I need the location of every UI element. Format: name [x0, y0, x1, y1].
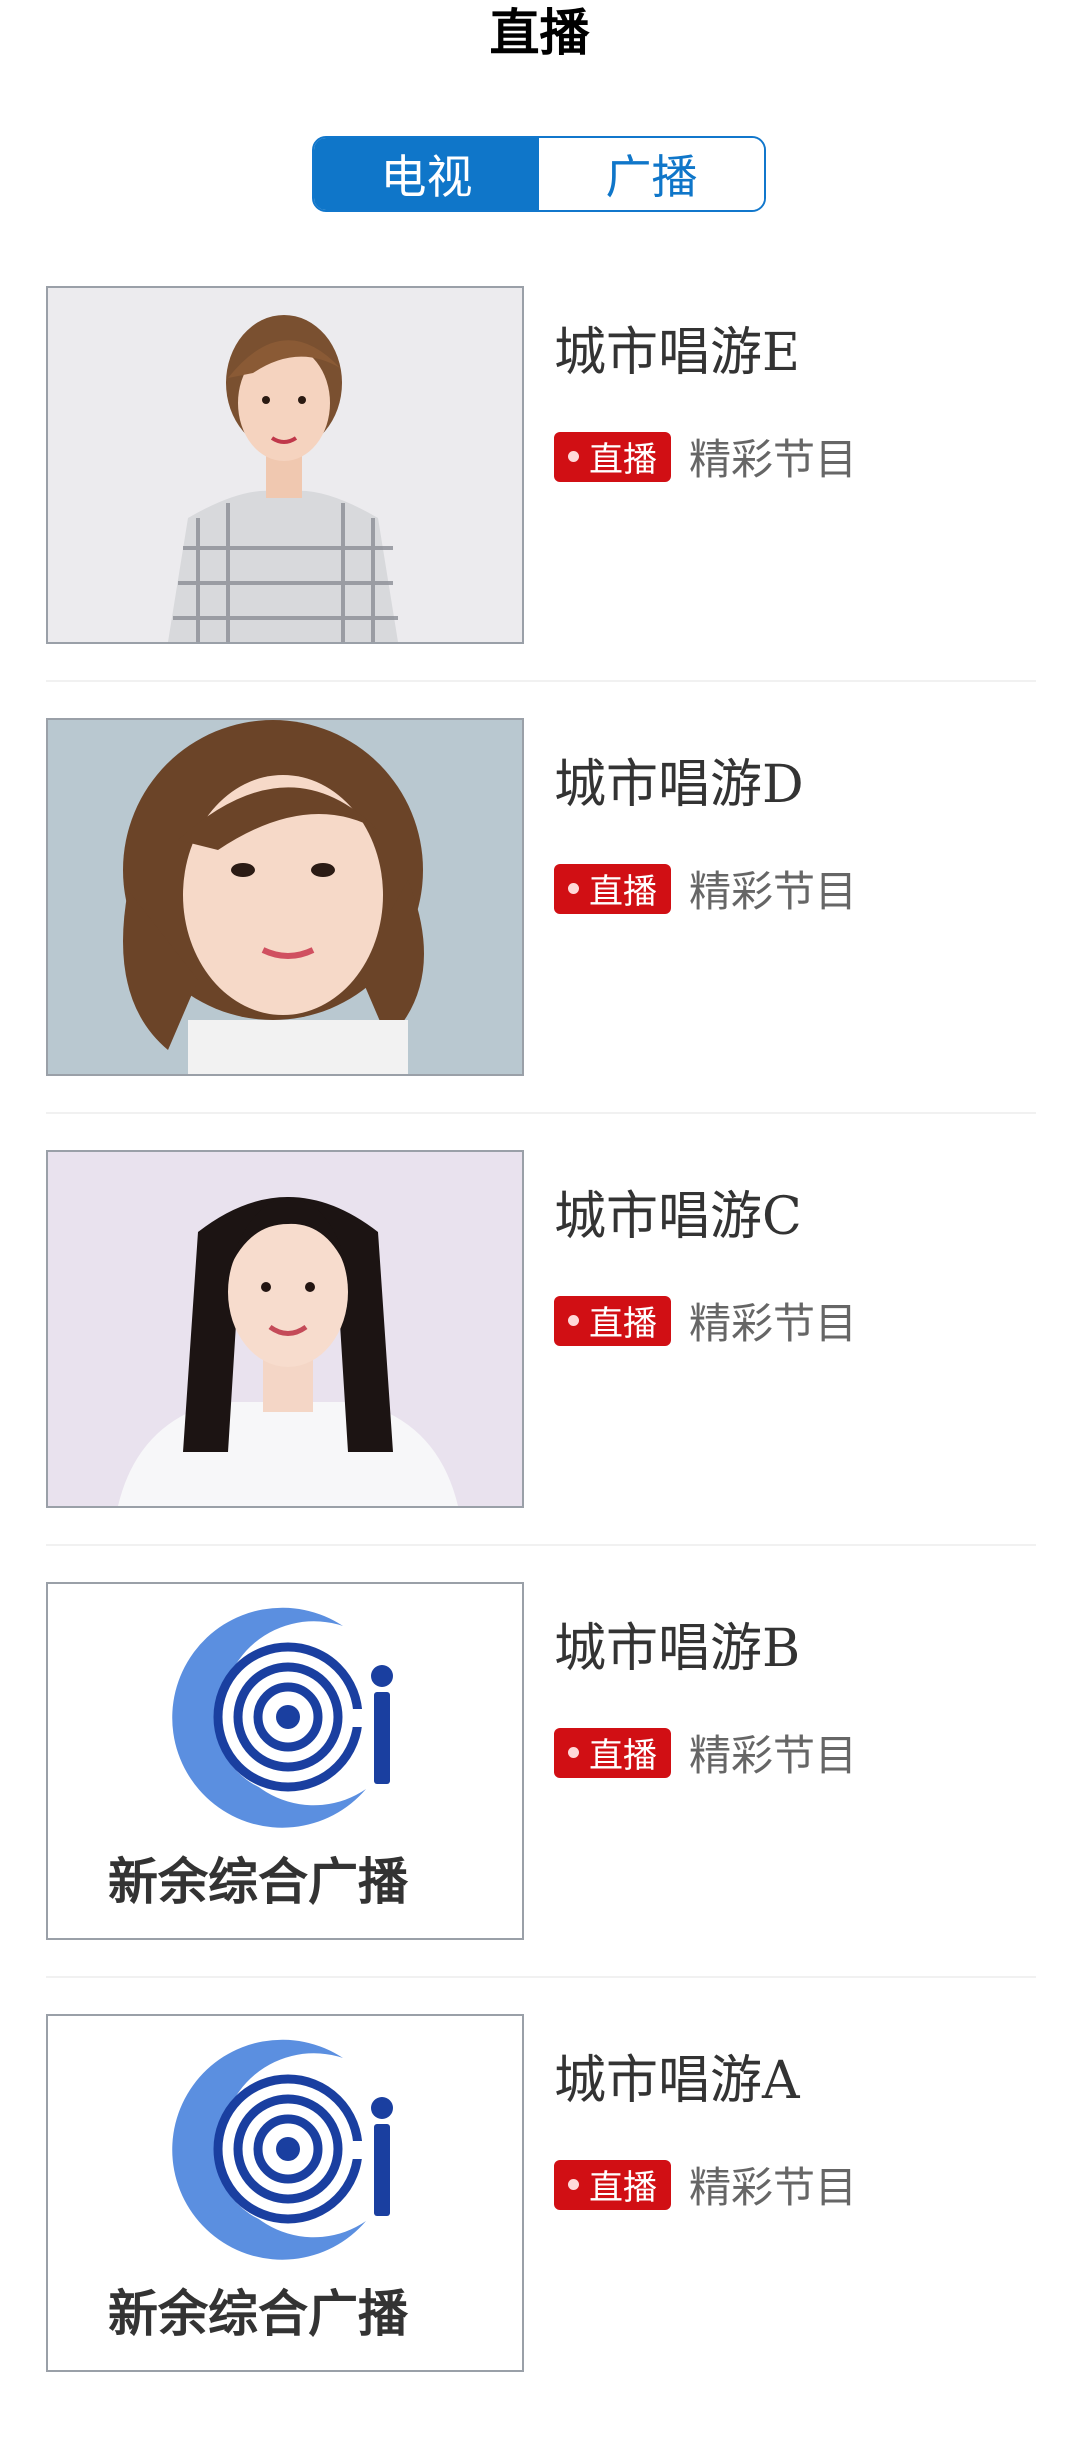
program-meta: 直播 精彩节目	[554, 1290, 857, 1351]
live-badge-label: 直播	[589, 1736, 657, 1776]
logo-text: 新余综合广播	[108, 1853, 409, 1911]
live-badge: 直播	[554, 863, 671, 914]
program-thumbnail[interactable]	[46, 286, 524, 644]
list-item[interactable]: 新余综合广播 城市唱游A 直播 精彩节目	[0, 2014, 1079, 2446]
live-dot-icon	[568, 883, 579, 894]
divider	[46, 1976, 1036, 1978]
live-dot-icon	[568, 1747, 579, 1758]
live-badge-label: 直播	[589, 440, 657, 480]
program-list: 城市唱游E 直播 精彩节目 城市唱游D 直播 精彩节目 城市唱游C 直播 精彩节…	[0, 286, 1079, 2446]
portrait-image	[48, 1152, 522, 1506]
program-subtitle: 精彩节目	[689, 1731, 858, 1780]
live-badge: 直播	[554, 431, 671, 482]
live-badge-label: 直播	[589, 2168, 657, 2208]
program-subtitle: 精彩节目	[689, 1299, 858, 1348]
program-title[interactable]: 城市唱游C	[554, 1174, 802, 1249]
list-item[interactable]: 城市唱游C 直播 精彩节目	[0, 1150, 1079, 1582]
live-dot-icon	[568, 451, 579, 462]
program-thumbnail[interactable]: 新余综合广播	[46, 1582, 524, 1940]
program-subtitle: 精彩节目	[689, 2163, 858, 2212]
program-title[interactable]: 城市唱游B	[554, 1606, 800, 1681]
divider	[46, 680, 1036, 682]
program-thumbnail[interactable]: 新余综合广播	[46, 2014, 524, 2372]
portrait-image	[48, 288, 522, 642]
live-dot-icon	[568, 2179, 579, 2190]
program-meta: 直播 精彩节目	[554, 2154, 857, 2215]
live-badge: 直播	[554, 1727, 671, 1778]
live-badge: 直播	[554, 2159, 671, 2210]
tab-tv[interactable]: 电视	[314, 138, 539, 210]
program-meta: 直播 精彩节目	[554, 426, 857, 487]
program-subtitle: 精彩节目	[689, 435, 858, 484]
live-badge-label: 直播	[589, 872, 657, 912]
program-title[interactable]: 城市唱游D	[554, 742, 804, 817]
page-title: 直播	[489, 4, 590, 62]
channel-type-switch: 电视 广播	[312, 136, 766, 212]
live-badge-label: 直播	[589, 1304, 657, 1344]
live-dot-icon	[568, 1315, 579, 1326]
divider	[46, 1112, 1036, 1114]
station-logo-icon: 新余综合广播	[48, 1584, 522, 1938]
program-meta: 直播 精彩节目	[554, 858, 857, 919]
list-item[interactable]: 城市唱游E 直播 精彩节目	[0, 286, 1079, 718]
divider	[46, 1544, 1036, 1546]
program-thumbnail[interactable]	[46, 1150, 524, 1508]
live-badge: 直播	[554, 1295, 671, 1346]
list-item[interactable]: 新余综合广播 城市唱游B 直播 精彩节目	[0, 1582, 1079, 2014]
logo-text: 新余综合广播	[108, 2285, 409, 2343]
station-logo-icon: 新余综合广播	[48, 2016, 522, 2370]
program-thumbnail[interactable]	[46, 718, 524, 1076]
program-title[interactable]: 城市唱游E	[554, 310, 800, 385]
portrait-image	[48, 720, 522, 1074]
program-meta: 直播 精彩节目	[554, 1722, 857, 1783]
list-item[interactable]: 城市唱游D 直播 精彩节目	[0, 718, 1079, 1150]
program-subtitle: 精彩节目	[689, 867, 858, 916]
program-title[interactable]: 城市唱游A	[554, 2038, 800, 2113]
tab-radio[interactable]: 广播	[539, 138, 764, 210]
